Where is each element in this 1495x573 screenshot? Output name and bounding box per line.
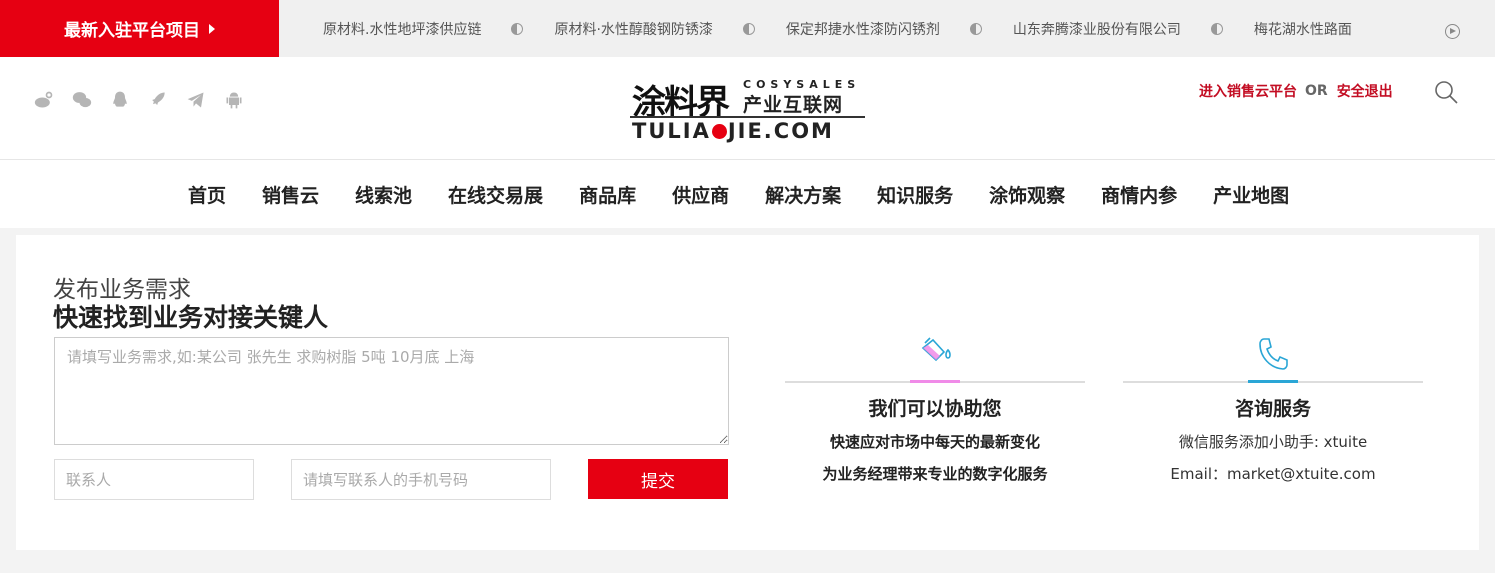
demand-textarea[interactable] xyxy=(54,337,729,445)
demand-card: 发布业务需求 快速找到业务对接关键人 提交 我们可以协助您 快速应对市场中每天的… xyxy=(16,235,1479,550)
nav-item-suppliers[interactable]: 供应商 xyxy=(672,181,729,208)
or-separator: OR xyxy=(1305,83,1328,99)
logout-link[interactable]: 安全退出 xyxy=(1337,81,1393,101)
site-header: 涂料界 COSYSALES 产业互联网 TULIA JIE.COM 进入销售云平台… xyxy=(0,57,1495,160)
half-circle-icon xyxy=(742,22,755,35)
telegram-icon[interactable] xyxy=(186,90,206,110)
half-circle-icon xyxy=(511,22,524,35)
section-divider xyxy=(785,380,1085,383)
half-circle-icon xyxy=(969,22,982,35)
weibo-icon[interactable] xyxy=(34,90,54,110)
nav-item-online-expo[interactable]: 在线交易展 xyxy=(448,181,543,208)
sales-cloud-link[interactable]: 进入销售云平台 xyxy=(1199,81,1297,101)
account-links: 进入销售云平台 OR 安全退出 xyxy=(1199,81,1393,101)
play-icon[interactable] xyxy=(1445,24,1460,39)
nav-item-home[interactable]: 首页 xyxy=(188,181,226,208)
nav-item-lead-pool[interactable]: 线索池 xyxy=(355,181,412,208)
site-logo[interactable]: 涂料界 COSYSALES 产业互联网 TULIA JIE.COM xyxy=(630,75,870,143)
nav-item-market-intel[interactable]: 商情内参 xyxy=(1101,181,1177,208)
half-circle-icon xyxy=(1210,22,1223,35)
submit-button[interactable]: 提交 xyxy=(588,459,728,499)
nav-item-solutions[interactable]: 解决方案 xyxy=(765,181,841,208)
nav-list: 首页 销售云 线索池 在线交易展 商品库 供应商 解决方案 知识服务 涂饰观察 … xyxy=(188,160,1325,228)
caret-right-icon xyxy=(209,23,215,34)
service-title: 我们可以协助您 xyxy=(868,398,1002,420)
ticker-badge-label: 最新入驻平台项目 xyxy=(64,21,200,41)
nav-item-products[interactable]: 商品库 xyxy=(579,181,636,208)
logo-divider xyxy=(630,116,865,118)
ticker-item[interactable]: 山东奔腾漆业股份有限公司 xyxy=(1013,19,1181,39)
paint-bucket-icon xyxy=(785,335,1085,373)
service-title: 咨询服务 xyxy=(1234,398,1311,420)
nav-item-knowledge[interactable]: 知识服务 xyxy=(877,181,953,208)
ticker-badge[interactable]: 最新入驻平台项目 xyxy=(0,0,279,57)
contact-name-input[interactable] xyxy=(54,459,254,500)
service-line: 微信服务添加小助手: xtuite xyxy=(1178,433,1368,451)
contact-phone-input[interactable] xyxy=(291,459,551,500)
rocket-icon[interactable] xyxy=(148,90,168,110)
logo-text-sub-cn: 产业互联网 xyxy=(743,94,844,116)
nav-item-coating-watch[interactable]: 涂饰观察 xyxy=(989,181,1065,208)
ticker-item[interactable]: 梅花湖水性路面 xyxy=(1254,19,1352,39)
wechat-icon[interactable] xyxy=(72,90,92,110)
qq-icon[interactable] xyxy=(110,90,130,110)
android-icon[interactable] xyxy=(224,90,244,110)
service-line[interactable]: Email：market@xtuite.com xyxy=(1123,464,1423,485)
ticker-bar: 最新入驻平台项目 原材料.水性地坪漆供应链 原材料·水性醇酸钢防锈漆 保定邦捷水… xyxy=(0,0,1495,57)
phone-icon xyxy=(1123,335,1423,373)
ticker-item[interactable]: 原材料·水性醇酸钢防锈漆 xyxy=(554,19,712,39)
section-divider xyxy=(1123,380,1423,383)
service-block-consult: 咨询服务 微信服务添加小助手: xtuite Email：market@xtui… xyxy=(1123,335,1423,485)
service-line: 快速应对市场中每天的最新变化 xyxy=(829,433,1040,451)
service-block-assist: 我们可以协助您 快速应对市场中每天的最新变化 为业务经理带来专业的数字化服务 xyxy=(785,335,1085,485)
search-icon[interactable] xyxy=(1433,79,1459,105)
social-links xyxy=(34,90,244,110)
main-nav: 首页 销售云 线索池 在线交易展 商品库 供应商 解决方案 知识服务 涂饰观察 … xyxy=(0,160,1495,228)
ticker-item[interactable]: 保定邦捷水性漆防闪锈剂 xyxy=(786,19,940,39)
nav-item-industry-map[interactable]: 产业地图 xyxy=(1213,181,1289,208)
service-line: 为业务经理带来专业的数字化服务 xyxy=(822,465,1048,483)
ticker-item[interactable]: 原材料.水性地坪漆供应链 xyxy=(323,19,481,39)
logo-text-en: TULIA JIE.COM xyxy=(632,119,834,143)
form-title: 快速找到业务对接关键人 xyxy=(53,303,329,332)
nav-item-sales-cloud[interactable]: 销售云 xyxy=(262,181,319,208)
ticker-items: 原材料.水性地坪漆供应链 原材料·水性醇酸钢防锈漆 保定邦捷水性漆防闪锈剂 山东… xyxy=(323,0,1438,57)
